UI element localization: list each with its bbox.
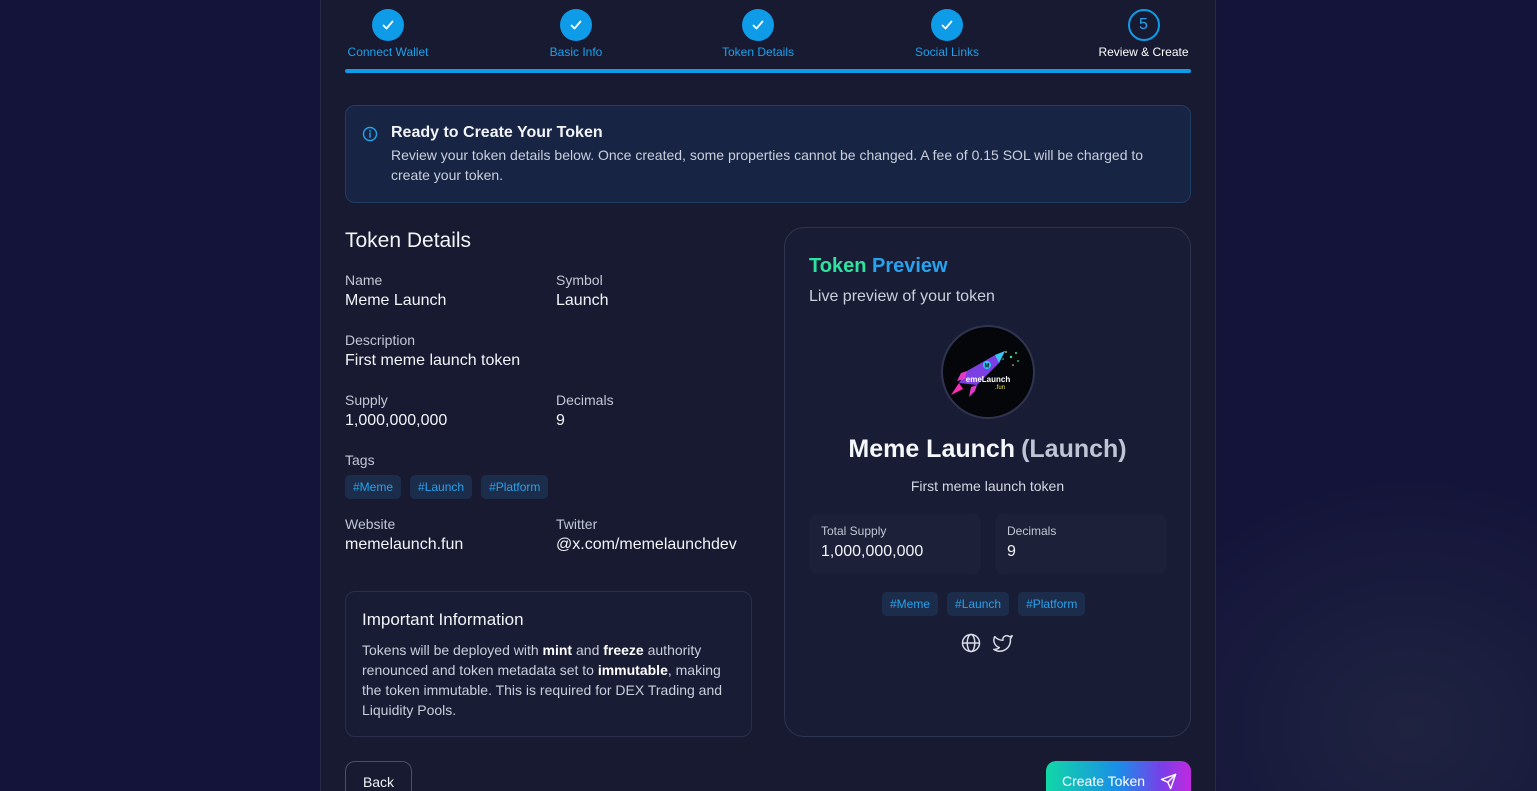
field-value: Meme Launch <box>345 292 447 309</box>
create-token-label: Create Token <box>1062 773 1146 789</box>
check-icon <box>372 9 404 41</box>
step-label: Token Details <box>721 45 795 59</box>
info-text: Tokens will be deployed with mint and fr… <box>362 642 723 718</box>
create-token-button[interactable]: Create Token <box>1046 761 1191 791</box>
step-social-links[interactable]: Social Links <box>912 9 982 59</box>
step-basic-info[interactable]: Basic Info <box>547 9 605 59</box>
create-token-panel: Connect Wallet Basic Info Token Details … <box>320 0 1216 791</box>
step-review-create[interactable]: 5 Review & Create <box>1096 9 1191 59</box>
back-button[interactable]: Back <box>345 761 412 791</box>
important-info-box: Important Information Tokens will be dep… <box>345 591 752 737</box>
svg-text:M: M <box>985 364 990 370</box>
field-label: Supply <box>345 392 388 408</box>
field-value: 9 <box>556 412 565 429</box>
tag-chip: #Meme <box>882 592 939 616</box>
tag-chip: #Platform <box>1018 592 1086 616</box>
info-title: Important Information <box>362 610 524 629</box>
check-icon <box>742 9 774 41</box>
tag-list: #Meme #Launch #Platform <box>345 475 549 499</box>
logo-subtext: .fun <box>995 385 1006 391</box>
stat-value: 9 <box>1007 543 1016 560</box>
check-icon <box>931 9 963 41</box>
logo-text: emeLaunch <box>965 375 1011 384</box>
stat-label: Decimals <box>1007 524 1057 538</box>
stat-value: 1,000,000,000 <box>821 543 924 560</box>
stat-label: Total Supply <box>821 524 887 538</box>
field-value: Launch <box>556 292 609 309</box>
token-logo: M emeLaunch .fun <box>941 325 1035 419</box>
field-label: Decimals <box>556 392 614 408</box>
field-value: @x.com/memelaunchdev <box>556 536 737 553</box>
section-title: Token Details <box>345 229 472 252</box>
send-icon <box>1160 773 1177 790</box>
field-label: Name <box>345 272 383 288</box>
step-label: Review & Create <box>1098 45 1189 59</box>
preview-title: Token Preview <box>809 255 948 277</box>
field-label: Tags <box>345 452 375 468</box>
twitter-icon[interactable] <box>992 632 1014 659</box>
field-name: Name Meme Launch <box>345 272 446 310</box>
field-description: Description First meme launch token <box>345 332 520 370</box>
preview-tag-list: #Meme #Launch #Platform <box>882 592 1086 616</box>
tag-chip: #Launch <box>410 475 473 499</box>
ready-alert: Ready to Create Your Token Review your t… <box>345 105 1191 203</box>
field-label: Description <box>345 332 416 348</box>
tag-chip: #Meme <box>345 475 402 499</box>
alert-text: Review your token details below. Once cr… <box>391 147 1144 183</box>
field-label: Twitter <box>556 516 598 532</box>
step-number: 5 <box>1127 9 1160 41</box>
preview-token-name: Meme Launch (Launch) <box>848 435 1127 463</box>
token-preview-card: Token Preview Live preview of your token… <box>784 227 1191 737</box>
field-value: memelaunch.fun <box>345 536 464 553</box>
field-label: Website <box>345 516 396 532</box>
step-label: Basic Info <box>549 45 603 59</box>
tag-chip: #Platform <box>481 475 549 499</box>
step-label: Connect Wallet <box>347 45 429 59</box>
field-value: First meme launch token <box>345 352 521 369</box>
progress-bar <box>345 69 1191 73</box>
preview-subtitle: Live preview of your token <box>809 288 995 305</box>
step-label: Social Links <box>914 45 980 59</box>
globe-icon[interactable] <box>960 632 982 659</box>
field-tags: Tags <box>345 452 375 468</box>
check-icon <box>560 9 592 41</box>
step-connect-wallet[interactable]: Connect Wallet <box>345 9 431 59</box>
info-icon <box>362 126 378 147</box>
stat-decimals: Decimals 9 <box>995 514 1167 574</box>
field-website: Website memelaunch.fun <box>345 516 463 554</box>
alert-title: Ready to Create Your Token <box>391 124 603 141</box>
field-value: 1,000,000,000 <box>345 412 448 429</box>
preview-token-description: First meme launch token <box>910 478 1065 494</box>
stat-total-supply: Total Supply 1,000,000,000 <box>809 514 981 574</box>
field-twitter: Twitter @x.com/memelaunchdev <box>556 516 737 554</box>
field-symbol: Symbol Launch <box>556 272 609 310</box>
step-token-details[interactable]: Token Details <box>720 9 796 59</box>
field-label: Symbol <box>556 272 603 288</box>
tag-chip: #Launch <box>947 592 1010 616</box>
field-decimals: Decimals 9 <box>556 392 614 430</box>
field-supply: Supply 1,000,000,000 <box>345 392 447 430</box>
